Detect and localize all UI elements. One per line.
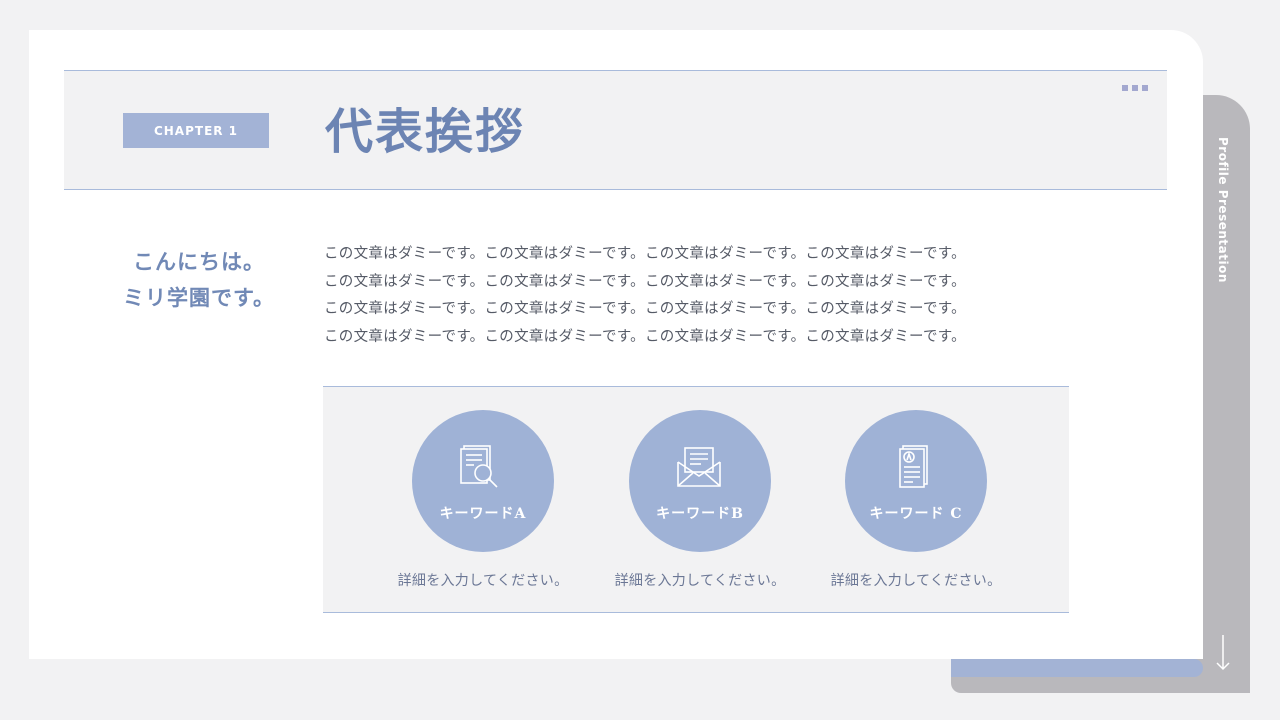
documents-badge-icon [899, 445, 928, 488]
dots-icon [1122, 85, 1148, 91]
side-label: Profile Presentation [1216, 137, 1230, 283]
greeting-line: ミリ学園です。 [123, 285, 275, 310]
binder-bottom-accent [951, 659, 1203, 677]
body-paragraph: この文章はダミーです。この文章はダミーです。この文章はダミーです。この文章はダミ… [324, 241, 1084, 351]
body-line: この文章はダミーです。この文章はダミーです。この文章はダミーです。この文章はダミ… [324, 273, 966, 290]
greeting-text: こんにちは。 ミリ学園です。 [99, 244, 299, 316]
envelope-letter-icon [677, 447, 721, 487]
keyword-label: キーワードA [439, 506, 527, 522]
arrow-down-icon [1216, 635, 1230, 671]
body-line: この文章はダミーです。この文章はダミーです。この文章はダミーです。この文章はダミ… [324, 328, 966, 345]
keyword-description: 詳細を入力してください。 [397, 573, 569, 589]
keyword-description: 詳細を入力してください。 [830, 573, 1002, 589]
keyword-description: 詳細を入力してください。 [614, 573, 786, 589]
slide-card: CHAPTER 1 代表挨拶 こんにちは。 ミリ学園です。 この文章はダミーです… [29, 30, 1203, 659]
document-search-icon [460, 445, 498, 488]
keyword-label: キーワードB [656, 506, 744, 522]
body-line: この文章はダミーです。この文章はダミーです。この文章はダミーです。この文章はダミ… [324, 301, 966, 317]
keyword-circle: キーワードA [412, 410, 554, 552]
greeting-line: こんにちは。 [133, 249, 265, 274]
keyword-circle: キーワード C [845, 410, 987, 552]
body-line: この文章はダミーです。この文章はダミーです。この文章はダミーです。この文章はダミ… [324, 246, 966, 262]
page-title: 代表挨拶 [325, 104, 526, 160]
keyword-label: キーワード C [869, 506, 963, 522]
keyword-circle: キーワードB [629, 410, 771, 552]
chapter-badge: CHAPTER 1 [123, 113, 269, 148]
